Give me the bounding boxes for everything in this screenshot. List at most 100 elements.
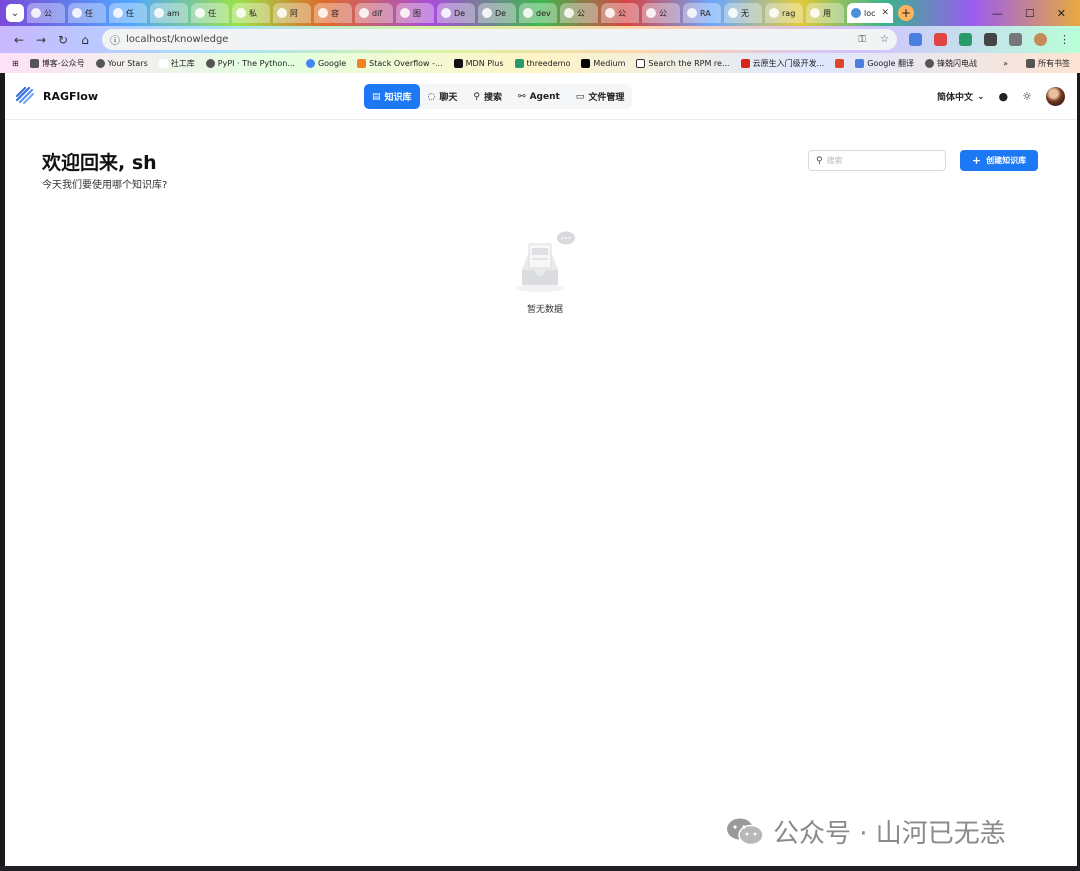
reload-icon[interactable]: ↻ [52,33,74,47]
on-extension-icon[interactable] [959,33,972,46]
bookmark-star-icon[interactable]: ☆ [880,34,889,45]
tab-favicon-icon [605,8,615,18]
bookmark-item[interactable]: threedemo [514,58,570,68]
bookmarks-bar: ⊞ 博客-公众号 Your Stars 社工库 PyPI · The Pytho… [0,53,1080,73]
browser-tab[interactable]: am [150,3,188,23]
github-icon[interactable]: ● [999,90,1009,103]
window-controls: — ☐ ✕ [992,7,1080,20]
browser-tab[interactable]: rag [765,3,803,23]
profile-avatar-icon[interactable] [1034,33,1047,46]
browser-tab[interactable]: 私 [232,3,270,23]
tab-favicon-icon [236,8,246,18]
nav-chat[interactable]: ◌ 聊天 [420,84,466,109]
language-selector[interactable]: 简体中文 ⌄ [937,90,985,104]
browser-tab[interactable]: 公 [642,3,680,23]
empty-inbox-icon [516,231,575,292]
empty-state: 暂无数据 [510,230,580,315]
knowledge-search[interactable]: ⚲ [808,150,946,171]
bookmark-item[interactable]: MDN Plus [453,58,504,68]
browser-tab[interactable]: De [478,3,516,23]
stackoverflow-icon [357,58,367,68]
globe-icon [924,58,934,68]
browser-tab[interactable]: dev [519,3,557,23]
globe-icon [205,58,215,68]
bookmark-item[interactable] [835,58,845,68]
browser-tab[interactable]: 图 [396,3,434,23]
site-info-icon[interactable]: ⓘ [110,32,120,47]
bookmark-item[interactable]: Search the RPM re... [636,58,730,68]
linux-icon [636,58,646,68]
app-header: RAGFlow ▤ 知识库 ◌ 聊天 ⚲ 搜索 ⚯ Agent ▭ 文件管理 简… [5,73,1077,120]
back-arrow-icon[interactable]: ← [8,33,30,47]
browser-tab[interactable]: 无 [724,3,762,23]
translate-extension-icon[interactable] [909,33,922,46]
bookmark-item[interactable]: Google [305,58,346,68]
minimize-button[interactable]: — [992,7,1003,20]
bookmark-item[interactable]: 锋兢闪电战 [924,58,977,69]
github-icon [95,58,105,68]
browser-tab-active[interactable]: loc ✕ [847,3,893,23]
wechat-icon [727,818,764,845]
browser-tab[interactable]: dif [355,3,393,23]
close-window-button[interactable]: ✕ [1057,7,1066,20]
bookmark-item[interactable]: 博客-公众号 [29,58,85,69]
new-tab-button[interactable]: + [898,5,914,21]
extensions-area: ⋮ [909,33,1070,46]
create-knowledge-base-button[interactable]: + 创建知识库 [960,150,1038,171]
tab-favicon-icon [400,8,410,18]
home-icon[interactable]: ⌂ [74,33,96,47]
apps-grid-icon[interactable]: ⊞ [12,59,19,68]
browser-tab[interactable]: 任 [109,3,147,23]
maximize-button[interactable]: ☐ [1025,7,1035,20]
close-tab-icon[interactable]: ✕ [881,8,889,18]
tab-search-menu-icon[interactable]: ⌄ [6,4,24,22]
bookmark-favicon-icon [158,58,168,68]
tab-favicon-icon [195,8,205,18]
search-input[interactable] [826,156,937,165]
tab-favicon-icon [687,8,697,18]
browser-tab[interactable]: 任 [68,3,106,23]
tab-favicon-icon [318,8,328,18]
nav-agent[interactable]: ⚯ Agent [510,84,568,109]
google-icon [305,58,315,68]
all-bookmarks-button[interactable]: 所有书签 [1026,58,1070,69]
browser-tab[interactable]: 公 [27,3,65,23]
nav-file-management[interactable]: ▭ 文件管理 [568,84,633,109]
tab-favicon-icon [441,8,451,18]
bookmark-item[interactable]: 社工库 [158,58,195,69]
browser-tab[interactable]: De [437,3,475,23]
key-icon[interactable]: ⚿ [858,34,866,45]
tab-favicon-icon [564,8,574,18]
browser-tab[interactable]: RA [683,3,721,23]
database-icon: ▤ [372,91,381,102]
browser-tab[interactable]: 用 [806,3,844,23]
bookmarks-more-icon[interactable]: » [1003,59,1008,68]
browser-tab[interactable]: 公 [601,3,639,23]
puzzle-extensions-icon[interactable] [1009,33,1022,46]
bookmark-item[interactable]: Stack Overflow -... [357,58,443,68]
record-extension-icon[interactable] [934,33,947,46]
ragflow-logo[interactable]: RAGFlow [15,86,98,106]
user-avatar[interactable] [1046,87,1065,106]
bookmark-item[interactable]: PyPI · The Python... [205,58,295,68]
bookmark-item[interactable]: 云原生入门级开发... [740,58,824,69]
tab-favicon-icon [113,8,123,18]
nav-knowledge-base[interactable]: ▤ 知识库 [364,84,420,109]
m-extension-icon[interactable] [984,33,997,46]
theme-sun-icon[interactable]: ☼ [1022,90,1032,103]
address-bar[interactable]: ⓘ localhost/knowledge ⚿ ☆ [102,29,897,50]
browser-tab[interactable]: 阿 [273,3,311,23]
browser-tab-strip: ⌄ 公 任 任 am 任 私 阿 容 dif 图 De De dev 公 公 公… [0,0,1080,26]
browser-tab[interactable]: 公 [560,3,598,23]
bookmark-item[interactable]: Medium [581,58,625,68]
browser-tab[interactable]: 任 [191,3,229,23]
bookmark-item[interactable]: Your Stars [95,58,148,68]
browser-tab[interactable]: 容 [314,3,352,23]
page-subtitle: 今天我们要使用哪个知识库? [42,180,168,191]
csdn-icon [835,58,845,68]
bookmark-item[interactable]: Google 翻译 [855,58,914,69]
header-actions: 简体中文 ⌄ ● ☼ [937,87,1065,106]
nav-search[interactable]: ⚲ 搜索 [465,84,510,109]
forward-arrow-icon[interactable]: → [30,33,52,47]
browser-menu-icon[interactable]: ⋮ [1059,33,1070,46]
